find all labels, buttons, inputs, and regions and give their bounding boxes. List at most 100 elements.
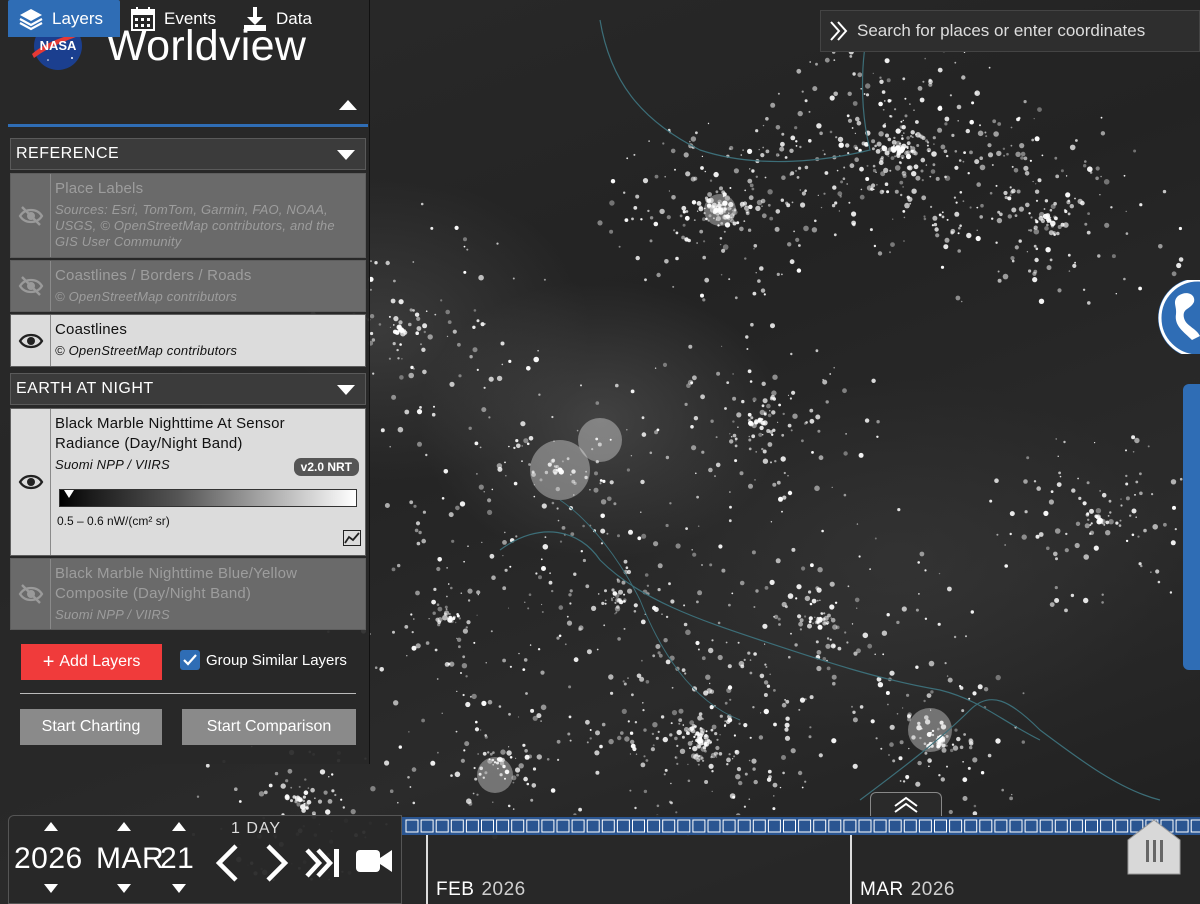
visibility-toggle[interactable] (11, 261, 51, 311)
visibility-toggle[interactable] (11, 559, 51, 629)
timeline-day-tick (1190, 819, 1200, 833)
plus-icon: + (42, 651, 55, 673)
layer-name: Black Marble Nighttime Blue/Yellow Compo… (55, 565, 298, 602)
year-down-arrow[interactable] (44, 884, 58, 893)
layer-coastlines[interactable]: Coastlines © OpenStreetMap contributors (10, 314, 366, 367)
start-charting-button[interactable]: Start Charting (20, 709, 162, 745)
tab-data-label: Data (276, 8, 312, 28)
layer-black-marble-radiance[interactable]: Black Marble Nighttime At Sensor Radianc… (10, 408, 366, 556)
next-day-button[interactable] (264, 844, 290, 882)
eye-slash-icon (18, 584, 43, 604)
checkbox[interactable] (180, 650, 200, 670)
timeline-day-tick (405, 819, 419, 833)
group-similar-checkbox[interactable]: Group Similar Layers (180, 650, 347, 670)
month-name: MAR (860, 879, 904, 900)
timeline-day-tick (798, 819, 812, 833)
interval-label[interactable]: 1 DAY (231, 820, 281, 838)
timeline-day-tick (481, 819, 494, 833)
layer-source: © OpenStreetMap contributors (55, 289, 238, 304)
timeline-day-tick (1009, 819, 1023, 833)
jump-to-latest-button[interactable] (304, 844, 342, 882)
timeline-day-tick (934, 819, 947, 833)
eye-icon (18, 474, 43, 490)
add-layers-button[interactable]: + Add Layers (21, 644, 162, 680)
group-header-earth-at-night[interactable]: EARTH AT NIGHT (10, 373, 366, 405)
tab-data[interactable]: Data (242, 0, 312, 37)
calendar-icon (131, 6, 155, 31)
layer-source: Sources: Esri, TomTom, Garmin, FAO, NOAA… (55, 202, 335, 249)
search-toggle-button[interactable] (821, 10, 857, 52)
divider (20, 693, 356, 694)
add-layers-label: Add Layers (59, 653, 141, 670)
timeline[interactable]: FEB 2026 MAR 2026 (402, 815, 1200, 904)
eye-slash-icon (18, 276, 43, 296)
date-day[interactable]: 21 (160, 842, 194, 876)
tab-events-label: Events (164, 8, 216, 28)
layer-place-labels[interactable]: Place Labels Sources: Esri, TomTom, Garm… (10, 173, 366, 258)
timeline-day-tick (843, 819, 857, 833)
legend-marker[interactable] (64, 490, 74, 498)
layers-icon (19, 8, 43, 30)
layer-coastlines-borders-roads[interactable]: Coastlines / Borders / Roads © OpenStree… (10, 260, 366, 312)
chevron-double-up-icon (894, 796, 918, 813)
tab-underline (8, 124, 368, 127)
tab-layers[interactable]: Layers (8, 0, 120, 37)
side-info-tab[interactable] (1183, 384, 1200, 670)
layer-name: Coastlines (55, 321, 128, 338)
globe-icon[interactable] (1156, 280, 1200, 354)
timeline-day-tick (435, 819, 449, 833)
eye-slash-icon (18, 205, 43, 226)
timeline-day-tick (828, 819, 842, 833)
timeline-day-tick (1054, 819, 1068, 833)
start-comparison-button[interactable]: Start Comparison (182, 709, 356, 745)
date-month[interactable]: MAR (96, 842, 164, 876)
legend-range: 0.5 – 0.6 nW/(cm² sr) (57, 514, 170, 528)
layer-black-marble-blue-yellow[interactable]: Black Marble Nighttime Blue/Yellow Compo… (10, 558, 366, 630)
search-input[interactable] (857, 21, 1187, 41)
location-search[interactable] (820, 10, 1200, 52)
timeline-day-tick (526, 819, 540, 833)
layer-name: Place Labels (55, 180, 144, 197)
day-up-arrow[interactable] (172, 822, 186, 831)
timeline-day-tick (1069, 819, 1083, 833)
date-year[interactable]: 2026 (14, 842, 83, 876)
timeline-day-tick (767, 819, 781, 833)
group-title: REFERENCE (16, 145, 120, 162)
check-icon (183, 654, 197, 666)
chart-icon[interactable] (343, 530, 361, 546)
year-up-arrow[interactable] (44, 822, 58, 831)
month-up-arrow[interactable] (117, 822, 131, 831)
timeline-month-label: FEB 2026 (436, 879, 526, 901)
collapse-sidebar-button[interactable] (337, 96, 359, 114)
month-down-arrow[interactable] (117, 884, 131, 893)
chevron-down-icon[interactable] (337, 150, 355, 161)
color-legend-bar[interactable] (59, 489, 357, 507)
timeline-day-tick (1085, 819, 1098, 833)
layers-sidebar: NASA Worldview Layers Events Data REFERE… (0, 0, 370, 764)
timeline-expand-button[interactable] (870, 792, 942, 816)
previous-day-button[interactable] (214, 844, 240, 882)
tab-events[interactable]: Events (130, 0, 216, 37)
timeline-day-tick (858, 819, 872, 833)
timeline-day-tick (465, 819, 479, 833)
timeline-day-tick (949, 819, 963, 833)
timeline-day-tick (737, 819, 751, 833)
visibility-toggle[interactable] (11, 409, 51, 555)
timeline-day-tick (450, 819, 464, 833)
visibility-toggle[interactable] (11, 315, 51, 366)
visibility-toggle[interactable] (11, 174, 51, 257)
timeline-day-tick (903, 819, 917, 833)
chevron-down-icon[interactable] (337, 385, 355, 396)
timeline-day-tick (571, 819, 585, 833)
timeline-date-handle[interactable] (1126, 818, 1182, 876)
timeline-day-tick (541, 819, 555, 833)
video-camera-icon[interactable] (354, 844, 394, 878)
group-header-reference[interactable]: REFERENCE (10, 138, 366, 170)
timeline-day-tick (994, 819, 1008, 833)
timeline-day-ticks[interactable] (402, 817, 1200, 835)
month-name: FEB (436, 879, 475, 900)
timeline-day-tick (873, 819, 887, 833)
day-down-arrow[interactable] (172, 884, 186, 893)
timeline-day-tick (647, 819, 661, 833)
timeline-day-tick (813, 819, 827, 833)
